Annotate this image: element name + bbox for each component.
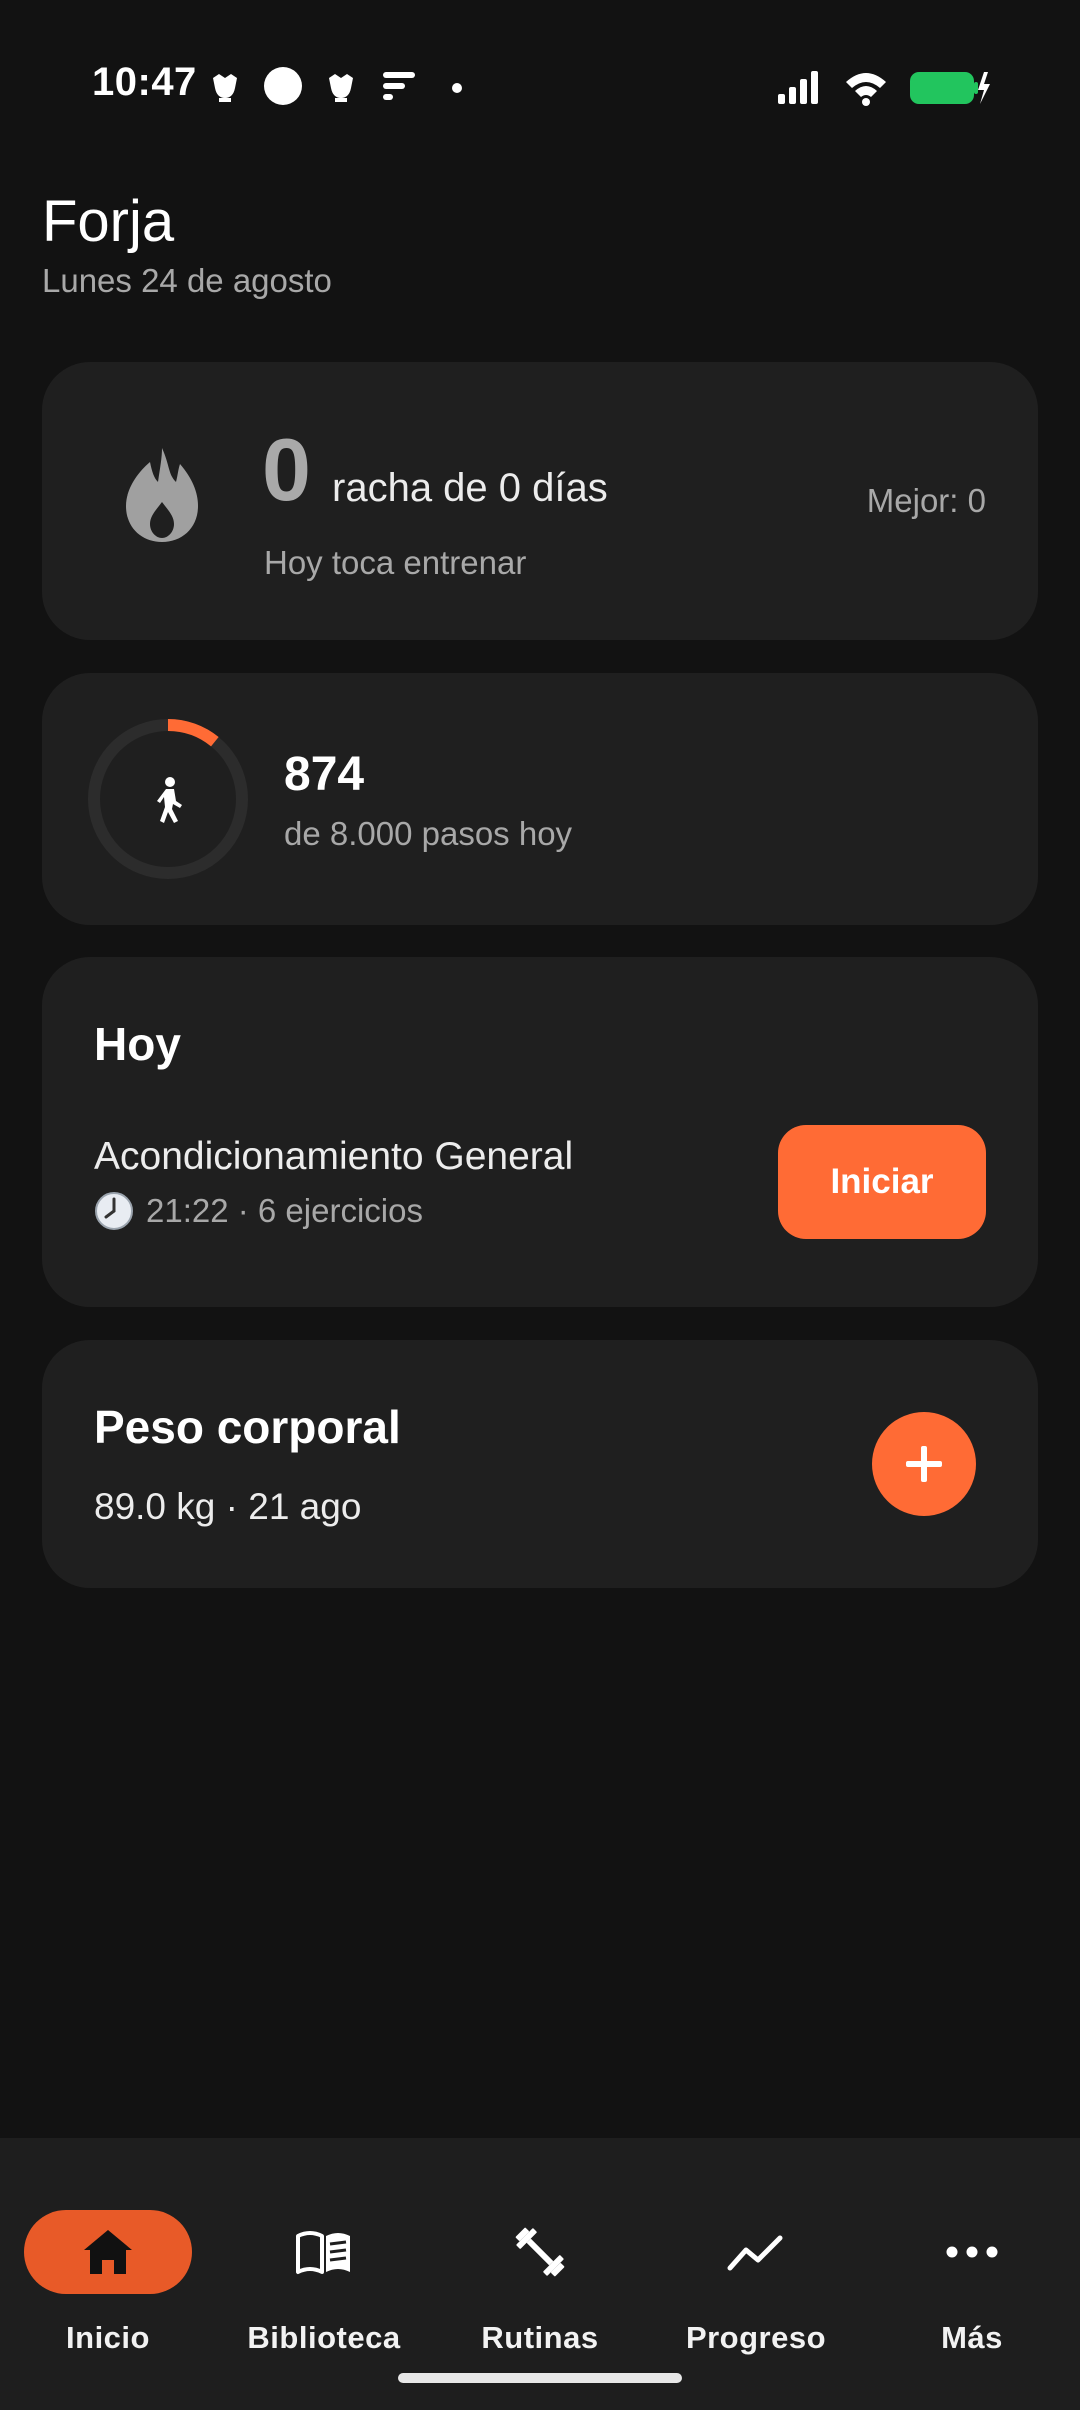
nav-label-biblioteca: Biblioteca (247, 2320, 401, 2355)
header-date: Lunes 24 de agosto (42, 262, 332, 299)
start-workout-button[interactable]: Iniciar (778, 1125, 986, 1239)
home-indicator[interactable] (398, 2373, 682, 2383)
status-right-icons (774, 64, 992, 112)
dumbbell-icon (515, 2227, 565, 2277)
streak-subtitle: Hoy toca entrenar (264, 544, 527, 581)
bug-icon (329, 74, 353, 102)
nav-item-inicio[interactable]: Inicio (0, 2174, 216, 2355)
steps-progress-ring (88, 719, 248, 879)
streak-card[interactable]: 0 racha de 0 días Hoy toca entrenar Mejo… (42, 362, 1038, 640)
streak-count: 0 (262, 420, 311, 519)
plus-icon (906, 1446, 942, 1482)
app-title: Forja (42, 189, 175, 254)
streak-label: racha de 0 días (332, 466, 608, 510)
today-title: Hoy (94, 1018, 181, 1070)
trend-icon (727, 2235, 783, 2271)
clock-icon (95, 1192, 133, 1230)
nav-item-progreso[interactable]: Progreso (648, 2174, 864, 2355)
streak-best: Mejor: 0 (866, 482, 986, 519)
flame-icon (126, 448, 198, 542)
home-icon (84, 2230, 132, 2274)
signal-lines-icon (383, 72, 415, 100)
circle-icon (264, 67, 302, 105)
steps-subtitle: de 8.000 pasos hoy (284, 815, 573, 852)
status-left-icons (205, 62, 477, 110)
add-weight-button[interactable] (872, 1412, 976, 1516)
battery-charging-icon (910, 72, 990, 104)
nav-label-progreso: Progreso (685, 2320, 827, 2355)
workout-meta-text: 21:22 · 6 ejercicios (146, 1192, 423, 1229)
cell-signal-icon (778, 71, 818, 104)
nav-item-mas[interactable]: Más (864, 2174, 1080, 2355)
status-bar: 10:47 (0, 0, 1080, 170)
weight-title: Peso corporal (94, 1401, 401, 1453)
status-time: 10:47 (92, 60, 197, 104)
nav-label-inicio: Inicio (66, 2320, 150, 2355)
nav-item-biblioteca[interactable]: Biblioteca (216, 2174, 432, 2355)
dot-icon (452, 83, 462, 93)
steps-card[interactable]: 874 de 8.000 pasos hoy (42, 673, 1038, 925)
book-icon (296, 2231, 350, 2274)
bottom-navigation: Inicio Biblioteca Rutinas Progreso Más (0, 2138, 1080, 2410)
wifi-icon (846, 73, 886, 106)
bug-icon (213, 74, 237, 102)
today-card: Hoy Acondicionamiento General 21:22 · 6 … (42, 957, 1038, 1307)
more-icon (946, 2246, 998, 2258)
nav-label-mas: Más (941, 2320, 1003, 2355)
nav-label-rutinas: Rutinas (481, 2320, 599, 2355)
nav-item-rutinas[interactable]: Rutinas (432, 2174, 648, 2355)
workout-name: Acondicionamiento General (94, 1135, 574, 1178)
workout-meta: 21:22 · 6 ejercicios (94, 1191, 423, 1231)
steps-count: 874 (284, 748, 365, 801)
weight-card[interactable]: Peso corporal 89.0 kg · 21 ago (42, 1340, 1038, 1588)
walk-icon (157, 777, 182, 823)
weight-value: 89.0 kg · 21 ago (94, 1486, 362, 1527)
